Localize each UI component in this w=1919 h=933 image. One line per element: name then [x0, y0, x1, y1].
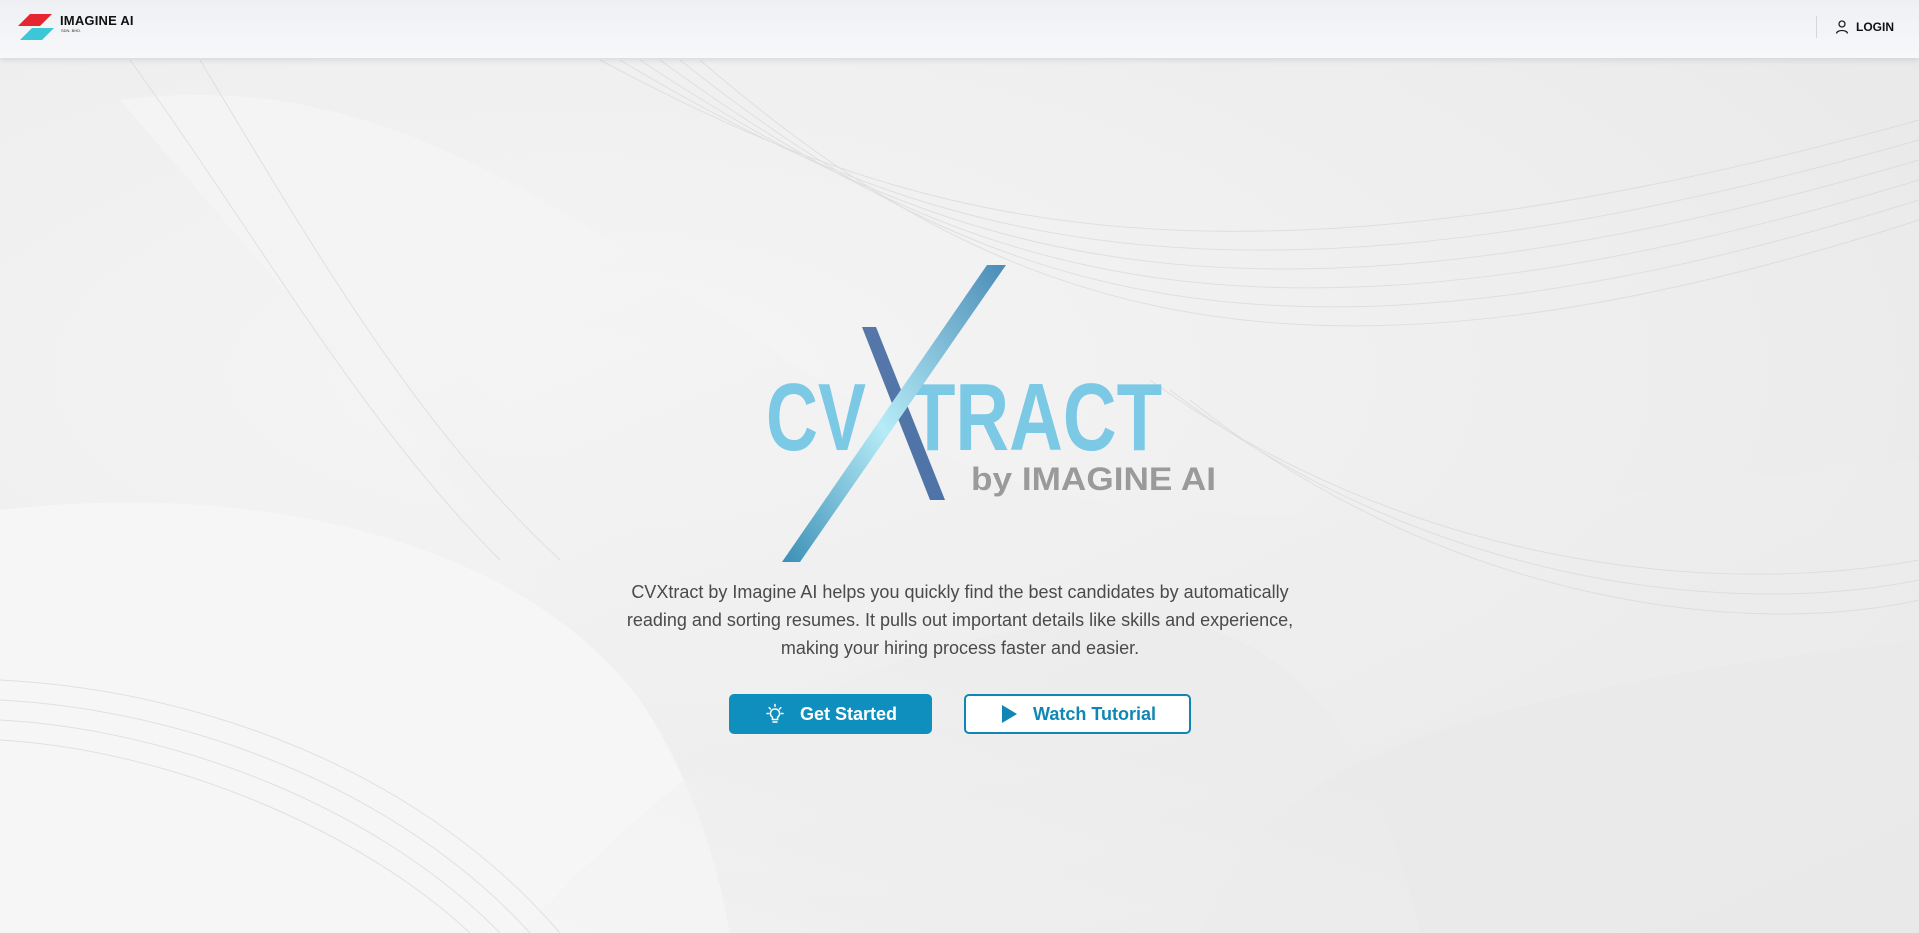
- header-divider: [1816, 16, 1817, 38]
- brand-name: IMAGINE AI: [60, 13, 134, 28]
- watch-tutorial-button[interactable]: Watch Tutorial: [964, 694, 1191, 734]
- logo-byline: by IMAGINE AI: [971, 461, 1216, 497]
- brand-logo-link[interactable]: IMAGINE AI SDN. BHD.: [16, 12, 134, 42]
- get-started-button[interactable]: Get Started: [729, 694, 932, 734]
- imagine-ai-logo-icon: [18, 14, 54, 40]
- hero-description: CVXtract by Imagine AI helps you quickly…: [626, 582, 1294, 658]
- logo-word-right: TRACT: [910, 364, 1162, 471]
- user-icon: [1835, 20, 1849, 34]
- login-button[interactable]: LOGIN: [1834, 16, 1894, 38]
- landing-page: IMAGINE AI SDN. BHD. LOGIN CV TRACT by I…: [0, 0, 1919, 933]
- top-navbar: IMAGINE AI SDN. BHD. LOGIN: [0, 0, 1919, 58]
- get-started-label: Get Started: [799, 703, 898, 724]
- play-icon: [1002, 705, 1017, 723]
- login-label: LOGIN: [1856, 20, 1894, 34]
- brand-subtitle: SDN. BHD.: [61, 28, 82, 33]
- lightbulb-icon: [766, 703, 784, 723]
- watch-tutorial-label: Watch Tutorial: [1033, 703, 1156, 724]
- brand-text: IMAGINE AI SDN. BHD.: [60, 14, 134, 34]
- cvxtract-logo: CV TRACT by IMAGINE AI: [766, 265, 1216, 562]
- logo-word-left: CV: [766, 364, 866, 471]
